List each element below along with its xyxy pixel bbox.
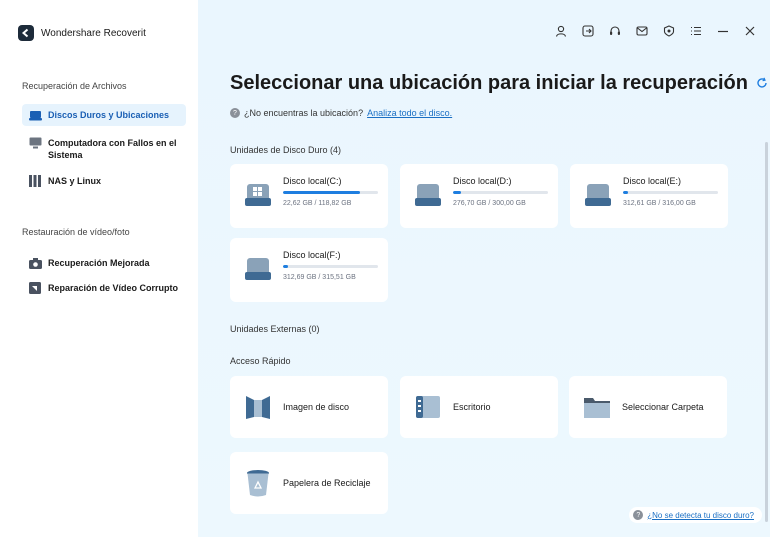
drive-name: Disco local(D:) [453,176,512,186]
headset-icon[interactable] [608,24,621,37]
refresh-icon[interactable] [756,72,768,95]
sidebar-item-label: Discos Duros y Ubicaciones [48,110,170,120]
quick-access-label: Imagen de disco [283,402,350,412]
hard-drive-icon [414,182,442,208]
help-text: ¿No encuentras la ubicación? [244,108,364,118]
menu-list-icon[interactable] [689,24,702,37]
quick-recycle-bin[interactable]: Papelera de Reciclaje [230,452,388,514]
external-drives-label: Unidades Externas (0) [230,324,320,334]
hard-drive-icon [28,109,42,121]
drive-card-f[interactable]: Disco local(F:) 312,69 GB / 315,51 GB [230,238,388,302]
sidebar-item-enhanced-recovery[interactable]: Recuperación Mejorada [22,252,186,274]
app-window: Wondershare Recoverit Recuperación de Ar… [4,0,770,537]
drive-size: 22,62 GB / 118,82 GB [283,200,352,207]
drive-usage-bar [623,191,718,194]
drive-size: 312,61 GB / 316,00 GB [623,200,696,207]
location-help: ? ¿No encuentras la ubicación? Analiza t… [230,108,452,118]
hard-drive-icon [584,182,612,208]
windows-drive-icon [244,182,272,208]
folder-icon [583,392,611,422]
drive-usage-fill [623,191,628,194]
title-bar-controls [554,24,756,37]
quick-disk-image[interactable]: Imagen de disco [230,376,388,438]
page-title: Seleccionar una ubicación para iniciar l… [230,72,748,94]
drive-name: Disco local(F:) [283,250,341,260]
main-panel: Seleccionar una ubicación para iniciar l… [198,0,770,537]
monitor-icon [28,137,42,149]
close-icon[interactable] [743,24,756,37]
drive-name: Disco local(E:) [623,176,682,186]
drive-not-detected-link[interactable]: ¿No se detecta tu disco duro? [647,511,754,520]
question-icon: ? [633,510,644,520]
video-repair-icon [28,282,42,294]
sidebar-item-label: Reparación de Vídeo Corrupto [48,283,179,293]
section-video-photo: Restauración de vídeo/foto [22,227,130,237]
drive-usage-bar [283,191,378,194]
quick-select-folder[interactable]: Seleccionar Carpeta [569,376,727,438]
sidebar-item-label: NAS y Linux [48,176,102,186]
drive-size: 312,69 GB / 315,51 GB [283,274,356,281]
hard-drives-label: Unidades de Disco Duro (4) [230,145,342,155]
quick-desktop[interactable]: Escritorio [400,376,558,438]
quick-access-label: Papelera de Reciclaje [283,478,371,488]
minimize-icon[interactable] [716,24,729,37]
sign-in-icon[interactable] [581,24,594,37]
mail-icon[interactable] [635,24,648,37]
desktop-icon [414,392,442,422]
question-icon: ? [230,108,240,118]
quick-access-label: Acceso Rápido [230,356,291,366]
nas-icon [28,175,42,187]
section-file-recovery: Recuperación de Archivos [22,81,127,91]
app-name: Wondershare Recoverit [41,27,146,39]
sidebar-item-video-repair[interactable]: Reparación de Vídeo Corrupto [22,277,186,299]
hard-drive-icon [244,256,272,282]
scan-all-disk-link[interactable]: Analiza todo el disco. [367,108,452,118]
drive-usage-fill [283,191,360,194]
drive-not-detected-help[interactable]: ? ¿No se detecta tu disco duro? [629,507,762,523]
drive-usage-fill [283,265,288,268]
recoverit-logo-icon [18,25,34,41]
vertical-scrollbar[interactable] [765,142,768,522]
disk-image-icon [244,392,272,422]
drive-card-e[interactable]: Disco local(E:) 312,61 GB / 316,00 GB [570,164,728,228]
shield-icon[interactable] [662,24,675,37]
camera-icon [28,257,42,269]
account-icon[interactable] [554,24,567,37]
drive-card-c[interactable]: Disco local(C:) 22,62 GB / 118,82 GB [230,164,388,228]
drive-size: 276,70 GB / 300,00 GB [453,200,526,207]
drive-name: Disco local(C:) [283,176,342,186]
page-title-row: Seleccionar una ubicación para iniciar l… [230,72,768,95]
drive-usage-fill [453,191,461,194]
sidebar-item-crashed-computer[interactable]: Computadora con Fallos en el Sistema [22,132,186,166]
drive-usage-bar [283,265,378,268]
quick-access-label: Escritorio [453,402,491,412]
drive-card-d[interactable]: Disco local(D:) 276,70 GB / 300,00 GB [400,164,558,228]
recycle-bin-icon [244,468,272,498]
sidebar-item-label: Recuperación Mejorada [48,258,150,268]
drive-usage-bar [453,191,548,194]
quick-access-label: Seleccionar Carpeta [622,402,704,412]
sidebar-item-label: Computadora con Fallos en el Sistema [48,138,177,160]
sidebar: Wondershare Recoverit Recuperación de Ar… [4,0,198,537]
sidebar-item-nas-linux[interactable]: NAS y Linux [22,170,186,192]
sidebar-item-hard-drives[interactable]: Discos Duros y Ubicaciones [22,104,186,126]
brand: Wondershare Recoverit [18,25,146,41]
